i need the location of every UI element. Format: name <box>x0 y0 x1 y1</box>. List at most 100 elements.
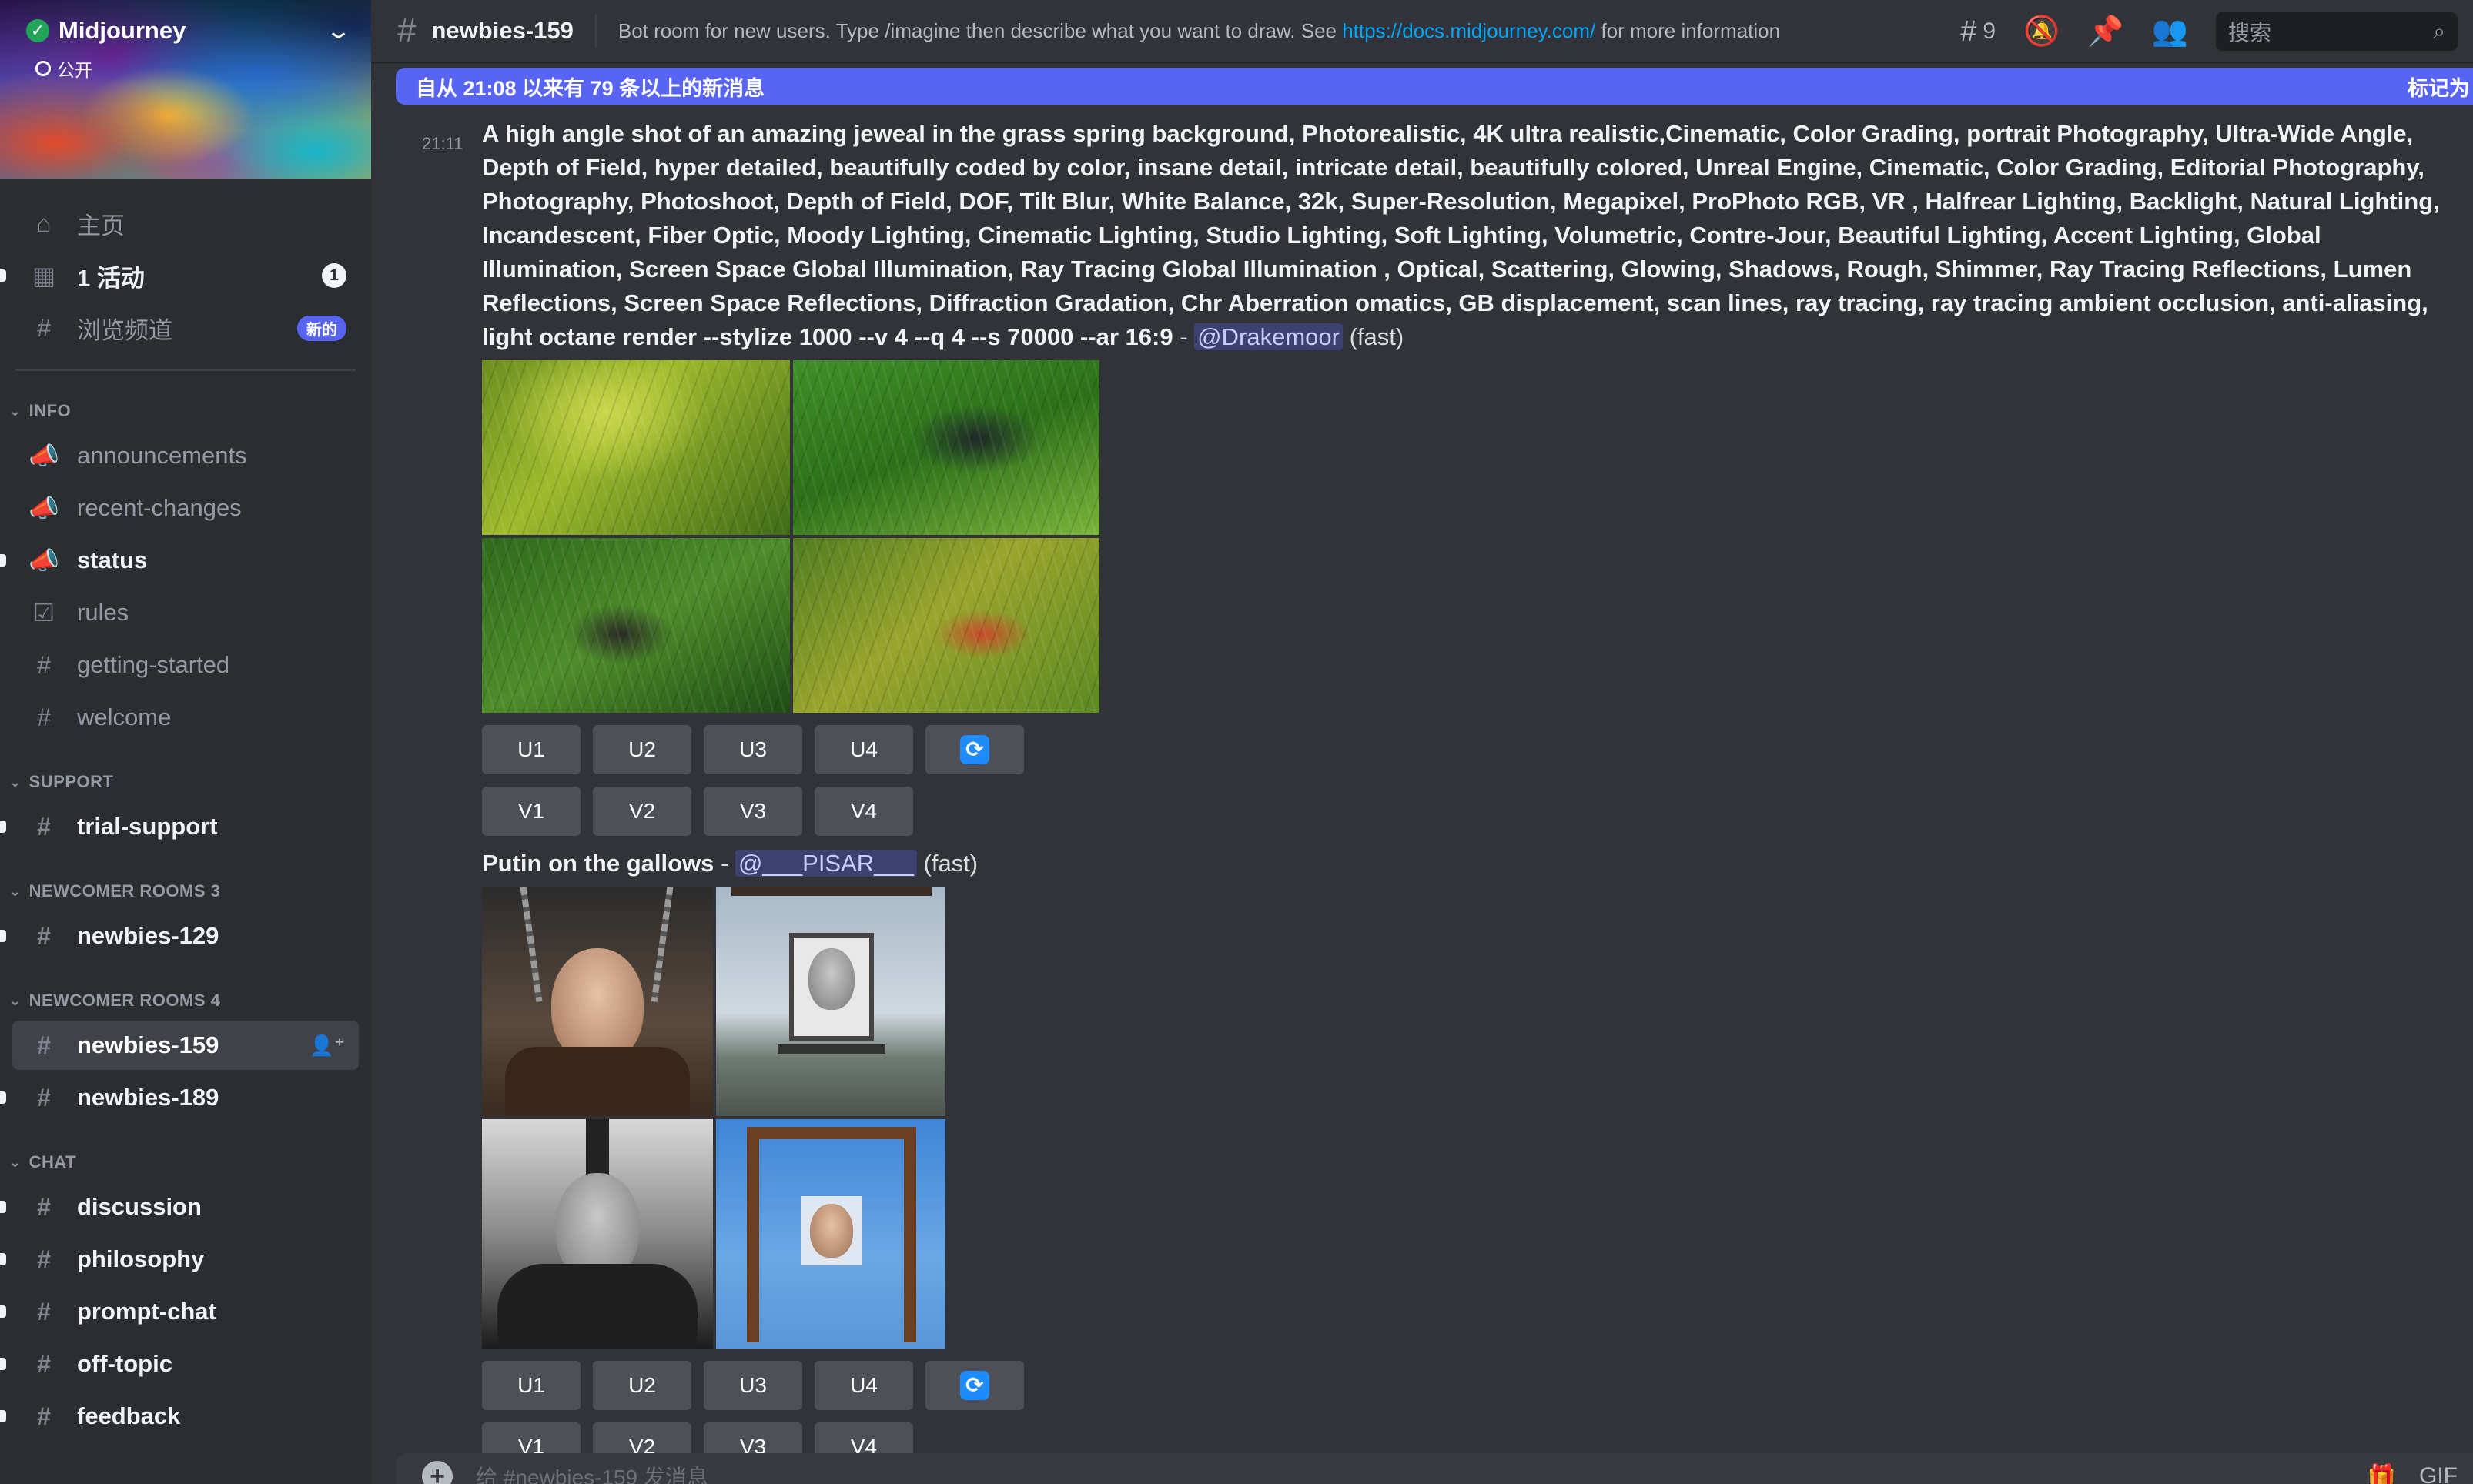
reroll-button[interactable]: ⟳ <box>925 725 1024 774</box>
channel-announcements[interactable]: 📣 announcements <box>12 431 359 480</box>
discord-app: ✓ Midjourney ⌄ 公开 ⌂ 主页 ▦ 1 活动 1 # 浏览频道 新… <box>0 0 2473 1484</box>
category-newcomer-rooms-3[interactable]: ⌄ NEWCOMER ROOMS 3 <box>0 874 371 908</box>
refresh-icon: ⟳ <box>960 1371 989 1400</box>
generated-image-2[interactable] <box>716 887 945 1116</box>
gif-icon[interactable]: GIF <box>2419 1463 2458 1484</box>
generated-image-3[interactable] <box>482 538 790 713</box>
reroll-button[interactable]: ⟳ <box>925 1361 1024 1410</box>
message-text: A high angle shot of an amazing jeweal i… <box>482 117 2450 354</box>
channel-label: welcome <box>77 704 172 730</box>
channel-label: announcements <box>77 442 247 469</box>
variation-1-button[interactable]: V1 <box>482 787 581 836</box>
separator-text: - <box>714 850 735 877</box>
message-composer[interactable]: + 给 #newbies-159 发消息 🎁 GIF <box>396 1453 2473 1484</box>
channel-status[interactable]: 📣 status <box>0 536 359 585</box>
nav-home-label: 主页 <box>77 212 125 239</box>
member-list-icon[interactable]: 👥 <box>2152 15 2188 48</box>
nav-events[interactable]: ▦ 1 活动 1 <box>0 251 359 300</box>
gift-icon[interactable]: 🎁 <box>2368 1463 2396 1484</box>
server-header[interactable]: ✓ Midjourney ⌄ <box>26 15 352 46</box>
category-info[interactable]: ⌄ INFO <box>0 394 371 428</box>
channel-newbies-129[interactable]: # newbies-129 <box>0 911 359 961</box>
channel-newbies-189[interactable]: # newbies-189 <box>0 1073 359 1122</box>
upscale-4-button[interactable]: U4 <box>815 1361 913 1410</box>
channel-philosophy[interactable]: # philosophy <box>0 1235 359 1284</box>
unread-indicator <box>0 269 6 282</box>
divider <box>594 14 597 48</box>
unread-indicator <box>0 1305 6 1318</box>
mark-as-read-button[interactable]: 标记为 <box>2408 72 2470 102</box>
upscale-2-button[interactable]: U2 <box>593 1361 691 1410</box>
channel-prompt-chat[interactable]: # prompt-chat <box>0 1287 359 1336</box>
channel-label: newbies-189 <box>77 1084 219 1111</box>
channel-label: feedback <box>77 1402 181 1429</box>
unread-indicator <box>0 1253 6 1265</box>
thread-channel-icon: # <box>37 1031 51 1059</box>
upscale-3-button[interactable]: U3 <box>704 725 802 774</box>
chevron-down-icon: ⌄ <box>9 883 22 899</box>
verified-check-icon: ✓ <box>26 19 49 42</box>
topic-text-end: for more information <box>1595 18 1781 42</box>
channel-label: rules <box>77 599 129 626</box>
channel-sidebar: ✓ Midjourney ⌄ 公开 ⌂ 主页 ▦ 1 活动 1 # 浏览频道 新… <box>0 0 371 1484</box>
channel-discussion[interactable]: # discussion <box>0 1182 359 1232</box>
image-grid[interactable] <box>482 360 1099 713</box>
new-messages-text: 自从 21:08 以来有 79 条以上的新消息 <box>416 76 765 100</box>
add-member-icon[interactable]: 👤⁺ <box>310 1034 345 1058</box>
user-mention[interactable]: @___PISAR___ <box>735 850 917 877</box>
channel-welcome[interactable]: # welcome <box>12 693 359 742</box>
pin-icon[interactable]: 📌 <box>2087 15 2123 48</box>
mute-bell-icon[interactable]: 🔕 <box>2023 15 2060 48</box>
generated-image-2[interactable] <box>793 360 1099 535</box>
nav-home[interactable]: ⌂ 主页 <box>12 199 359 248</box>
variation-2-button[interactable]: V2 <box>593 787 691 836</box>
threads-icon[interactable]: # <box>1960 15 1976 48</box>
header-toolbar: # 9 🔕 📌 👥 搜索 ⌕ <box>1960 0 2458 63</box>
variation-3-button[interactable]: V3 <box>704 787 802 836</box>
category-support[interactable]: ⌄ SUPPORT <box>0 765 371 799</box>
generated-image-3[interactable] <box>482 1119 713 1349</box>
message-timestamp[interactable]: 21:11 <box>422 134 463 154</box>
server-banner[interactable]: ✓ Midjourney ⌄ 公开 <box>0 0 371 179</box>
refresh-icon: ⟳ <box>960 735 989 764</box>
generated-image-1[interactable] <box>482 360 790 535</box>
separator-text: - <box>1173 323 1195 350</box>
channel-recent-changes[interactable]: 📣 recent-changes <box>12 483 359 533</box>
new-messages-bar[interactable]: 自从 21:08 以来有 79 条以上的新消息 标记为 <box>396 68 2473 105</box>
category-newcomer-rooms-4[interactable]: ⌄ NEWCOMER ROOMS 4 <box>0 984 371 1018</box>
events-count-badge: 1 <box>322 263 346 288</box>
thread-channel-icon: # <box>397 12 417 49</box>
image-grid[interactable] <box>482 887 945 1349</box>
docs-link[interactable]: https://docs.midjourney.com/ <box>1342 19 1595 42</box>
unread-indicator <box>0 554 6 567</box>
channel-off-topic[interactable]: # off-topic <box>0 1339 359 1389</box>
home-icon: ⌂ <box>36 209 52 237</box>
generated-image-4[interactable] <box>793 538 1099 713</box>
channel-newbies-159[interactable]: # newbies-159 👤⁺ <box>12 1021 359 1070</box>
channel-feedback[interactable]: # feedback <box>0 1392 359 1441</box>
upscale-3-button[interactable]: U3 <box>704 1361 802 1410</box>
generated-image-1[interactable] <box>482 887 713 1116</box>
add-attachment-icon[interactable]: + <box>422 1461 453 1484</box>
channel-label: off-topic <box>77 1350 172 1377</box>
channel-list: ⌂ 主页 ▦ 1 活动 1 # 浏览频道 新的 ⌄ INFO 📣 announc… <box>0 179 371 1441</box>
upscale-2-button[interactable]: U2 <box>593 725 691 774</box>
nav-browse-channels[interactable]: # 浏览频道 新的 <box>12 303 359 353</box>
generated-image-4[interactable] <box>716 1119 945 1349</box>
channel-trial-support[interactable]: # trial-support <box>0 802 359 851</box>
search-input[interactable]: 搜索 ⌕ <box>2216 12 2458 51</box>
variation-4-button[interactable]: V4 <box>815 787 913 836</box>
channel-rules[interactable]: ☑ rules <box>12 588 359 637</box>
search-placeholder: 搜索 <box>2228 21 2272 45</box>
category-chat[interactable]: ⌄ CHAT <box>0 1145 371 1179</box>
message-input[interactable]: 给 #newbies-159 发消息 <box>476 1461 708 1484</box>
upscale-1-button[interactable]: U1 <box>482 725 581 774</box>
message-content: Putin on the gallows - @___PISAR___ (fas… <box>482 847 2450 1472</box>
chevron-down-icon[interactable]: ⌄ <box>325 18 352 45</box>
channel-label: status <box>77 546 148 573</box>
upscale-4-button[interactable]: U4 <box>815 725 913 774</box>
channel-topic[interactable]: Bot room for new users. Type /imagine th… <box>618 19 1780 43</box>
user-mention[interactable]: @Drakemoor <box>1194 323 1343 350</box>
upscale-1-button[interactable]: U1 <box>482 1361 581 1410</box>
channel-getting-started[interactable]: # getting-started <box>12 640 359 690</box>
